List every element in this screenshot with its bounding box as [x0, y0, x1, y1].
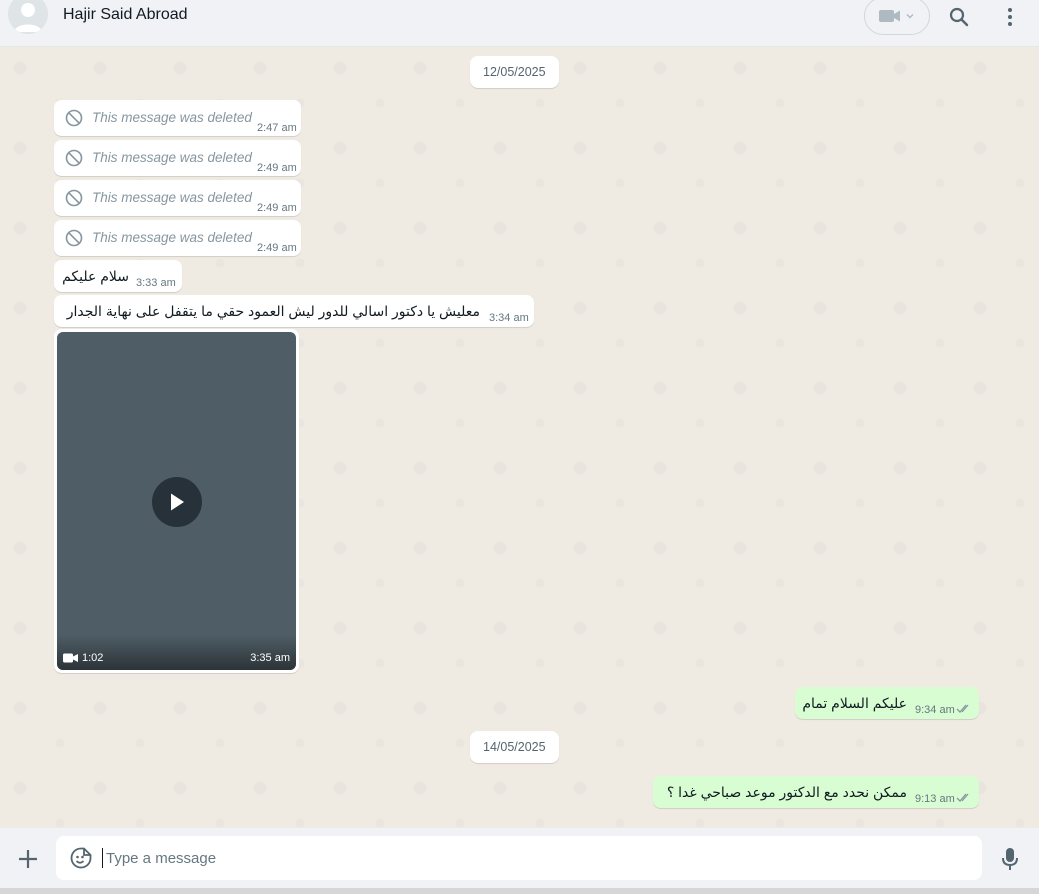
search-icon — [949, 7, 969, 27]
read-receipt-icon — [956, 704, 969, 713]
menu-icon — [1008, 8, 1012, 26]
outgoing-message[interactable]: عليكم السلام تمام 9:34 am — [795, 687, 979, 719]
video-call-icon — [879, 10, 900, 22]
message-input[interactable] — [106, 844, 966, 872]
microphone-icon — [1002, 848, 1018, 870]
message-text: ممكن نحدد مع الدكتور موعد صباحي غدا ؟ — [666, 784, 907, 800]
contact-name[interactable]: Hajir Said Abroad — [63, 6, 188, 24]
plus-icon — [19, 850, 37, 868]
video-duration: 1:02 — [82, 652, 104, 664]
message-text: معليش يا دكتور اسالي للدور ليش العمود حق… — [66, 303, 480, 319]
default-avatar-icon — [8, 0, 48, 34]
play-button[interactable] — [152, 477, 202, 527]
message-time: 2:49 am — [257, 202, 297, 214]
message-input-box[interactable] — [56, 836, 982, 880]
window-bottom-edge — [0, 888, 1039, 894]
video-camera-icon — [63, 653, 78, 663]
contact-avatar[interactable] — [8, 0, 48, 34]
ban-icon — [65, 189, 83, 207]
ban-icon — [65, 229, 83, 247]
deleted-message-text: This message was deleted — [92, 110, 252, 125]
message-time: 2:49 am — [257, 242, 297, 254]
message-time: 9:34 am — [915, 704, 955, 716]
message-time: 9:13 am — [915, 793, 955, 805]
deleted-message[interactable]: This message was deleted 2:49 am — [54, 140, 301, 176]
date-chip: 12/05/2025 — [470, 56, 559, 88]
play-icon — [171, 493, 184, 511]
read-receipt-icon — [956, 793, 969, 802]
message-time: 2:47 am — [257, 122, 297, 134]
message-time: 2:49 am — [257, 162, 297, 174]
message-time: 3:34 am — [489, 312, 529, 324]
message-text: سلام عليكم — [62, 268, 129, 284]
search-button[interactable] — [946, 4, 972, 30]
sticker-icon[interactable] — [69, 846, 93, 870]
message-time: 3:33 am — [136, 277, 176, 289]
video-message[interactable]: 1:02 3:35 am — [54, 329, 299, 673]
video-call-button[interactable] — [864, 0, 930, 35]
deleted-message-text: This message was deleted — [92, 190, 252, 205]
composer-bar — [0, 828, 1039, 894]
incoming-message[interactable]: معليش يا دكتور اسالي للدور ليش العمود حق… — [54, 295, 534, 327]
text-caret — [102, 848, 103, 868]
deleted-message[interactable]: This message was deleted 2:47 am — [54, 100, 301, 136]
message-time: 3:35 am — [250, 652, 290, 664]
deleted-message-text: This message was deleted — [92, 150, 252, 165]
attach-button[interactable] — [16, 847, 40, 871]
ban-icon — [65, 109, 83, 127]
menu-button[interactable] — [998, 4, 1022, 30]
ban-icon — [65, 149, 83, 167]
outgoing-message[interactable]: ممكن نحدد مع الدكتور موعد صباحي غدا ؟ 9:… — [653, 776, 979, 808]
chevron-down-icon — [906, 14, 914, 19]
deleted-message[interactable]: This message was deleted 2:49 am — [54, 220, 301, 256]
deleted-message[interactable]: This message was deleted 2:49 am — [54, 180, 301, 216]
chat-header: Hajir Said Abroad — [0, 0, 1039, 47]
deleted-message-text: This message was deleted — [92, 230, 252, 245]
incoming-message[interactable]: سلام عليكم 3:33 am — [54, 260, 182, 292]
date-chip: 14/05/2025 — [470, 731, 559, 763]
voice-message-button[interactable] — [998, 846, 1022, 872]
message-text: عليكم السلام تمام — [802, 695, 907, 711]
video-thumbnail[interactable]: 1:02 3:35 am — [57, 332, 296, 670]
